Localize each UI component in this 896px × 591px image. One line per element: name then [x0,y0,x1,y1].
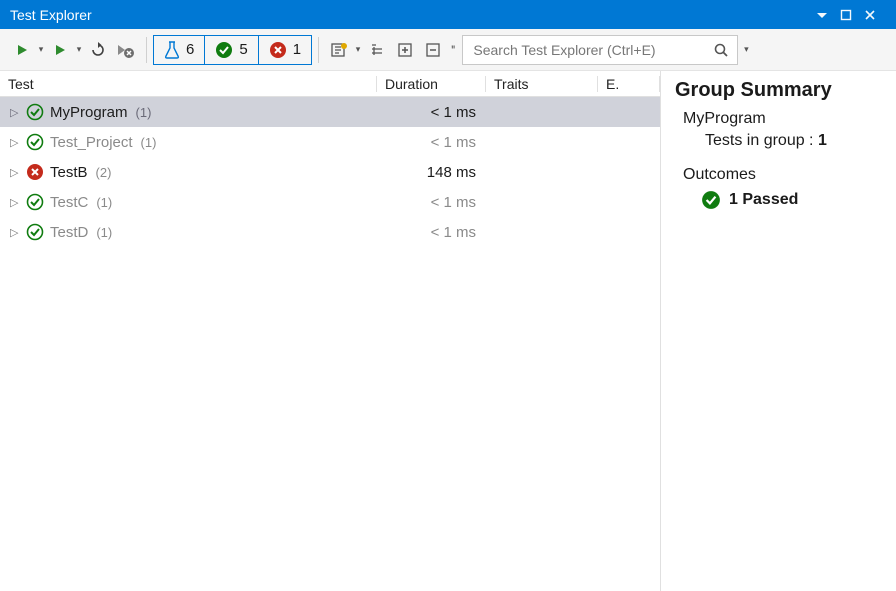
run-all-button[interactable] [8,36,36,64]
summary-tests-count: 1 [818,132,827,149]
separator [318,37,319,63]
test-row[interactable]: ▷ TestD (1) < 1 ms [0,217,660,247]
total-count: 6 [186,41,194,58]
test-count: (2) [96,165,112,180]
close-icon[interactable] [864,9,888,21]
summary-outcome-passed: 1 Passed [701,190,884,210]
test-name: Test_Project [50,134,133,151]
search-box[interactable] [462,35,738,65]
expand-all-button[interactable] [391,36,419,64]
toolbar: ▾ ▾ 6 5 1 ▾ '' [0,29,896,71]
test-count: (1) [96,195,112,210]
playlist-dropdown[interactable]: ▾ [353,44,363,55]
run-dropdown[interactable]: ▾ [74,44,84,55]
flask-icon [164,41,180,59]
test-duration: 148 ms [377,164,486,181]
summary-outcomes-label: Outcomes [683,166,884,184]
summary-tests-label: Tests in group : [705,132,814,149]
test-row[interactable]: ▷ TestB (2) 148 ms [0,157,660,187]
run-button[interactable] [46,36,74,64]
expander-icon[interactable]: ▷ [10,106,20,119]
pass-icon [26,193,44,211]
test-count: (1) [96,225,112,240]
test-duration: < 1 ms [377,134,486,151]
test-duration: < 1 ms [377,224,486,241]
column-duration[interactable]: Duration [377,76,486,92]
test-tree-panel: Test Duration Traits E. ▷ MyProgram (1) < 1… [0,71,660,591]
expander-icon[interactable]: ▷ [10,166,20,179]
expander-icon[interactable]: ▷ [10,226,20,239]
overflow-icon[interactable]: '' [451,42,454,58]
summary-title: Group Summary [675,79,884,102]
search-input[interactable] [471,41,713,59]
separator [146,37,147,63]
pass-icon [26,223,44,241]
failed-tests-filter[interactable]: 1 [259,36,311,64]
search-icon[interactable] [713,42,729,58]
test-row[interactable]: ▷ Test_Project (1) < 1 ms [0,127,660,157]
test-duration: < 1 ms [377,194,486,211]
column-headers: Test Duration Traits E. [0,71,660,97]
failed-count: 1 [293,41,301,58]
maximize-icon[interactable] [840,9,864,21]
run-all-dropdown[interactable]: ▾ [36,44,46,55]
pass-icon [701,190,721,210]
test-name: TestD [50,224,88,241]
search-dropdown[interactable]: ▾ [738,44,754,55]
test-name: TestC [50,194,88,211]
test-row[interactable]: ▷ MyProgram (1) < 1 ms [0,97,660,127]
total-tests-filter[interactable]: 6 [154,36,205,64]
window-title: Test Explorer [10,7,92,23]
test-counts-box: 6 5 1 [153,35,312,65]
test-row[interactable]: ▷ TestC (1) < 1 ms [0,187,660,217]
playlist-button[interactable] [325,36,353,64]
run-failed-button[interactable] [112,36,140,64]
column-test[interactable]: Test [0,76,377,92]
fail-icon [269,41,287,59]
window-menu-icon[interactable] [816,9,840,21]
window-titlebar: Test Explorer [0,0,896,29]
summary-passed-label: 1 Passed [729,191,798,209]
column-e[interactable]: E. [598,76,660,92]
summary-panel: Group Summary MyProgram Tests in group :… [660,71,896,591]
test-duration: < 1 ms [377,104,486,121]
pass-icon [26,103,44,121]
passed-count: 5 [239,41,247,58]
pass-icon [26,133,44,151]
test-count: (1) [141,135,157,150]
test-name: MyProgram [50,104,128,121]
test-name: TestB [50,164,88,181]
fail-icon [26,163,44,181]
summary-tests-line: Tests in group : 1 [705,132,884,150]
repeat-last-run-button[interactable] [84,36,112,64]
passed-tests-filter[interactable]: 5 [205,36,258,64]
summary-group-name: MyProgram [683,110,884,128]
column-traits[interactable]: Traits [486,76,598,92]
group-by-button[interactable] [363,36,391,64]
expander-icon[interactable]: ▷ [10,196,20,209]
collapse-all-button[interactable] [419,36,447,64]
expander-icon[interactable]: ▷ [10,136,20,149]
test-count: (1) [136,105,152,120]
pass-icon [215,41,233,59]
